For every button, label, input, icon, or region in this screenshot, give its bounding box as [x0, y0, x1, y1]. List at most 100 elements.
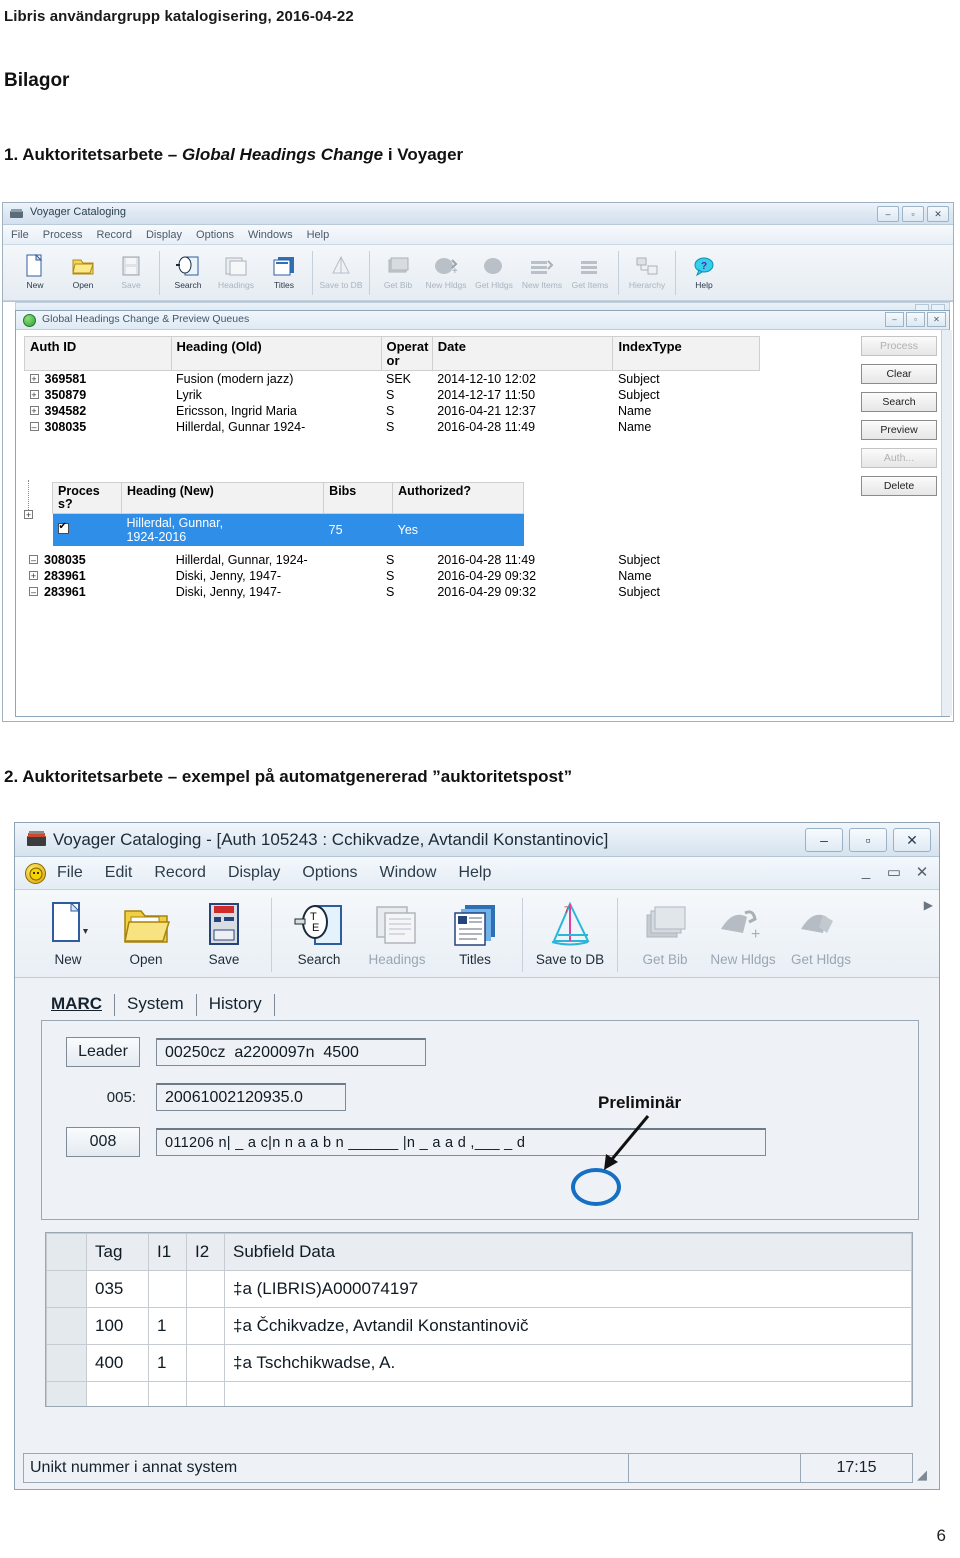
row-expander-icon[interactable]: + [29, 374, 39, 384]
toolbar-new[interactable]: New [29, 898, 107, 967]
cell-i2[interactable] [186, 1344, 225, 1382]
table-row-empty[interactable] [46, 1381, 912, 1406]
cell-subfield-data[interactable]: ‡a (LIBRIS)A000074197 [224, 1270, 912, 1308]
menu-edit[interactable]: Edit [105, 864, 133, 882]
column-i1[interactable]: I1 [148, 1233, 187, 1271]
table-row[interactable]: –308035 Hillerdal, Gunnar 1924- S 2016-0… [25, 419, 760, 435]
table-row[interactable]: +283961 Diski, Jenny, 1947- S 2016-04-29… [24, 568, 760, 584]
column-subfield-data[interactable]: Subfield Data [224, 1233, 912, 1271]
cell-i2-empty[interactable] [186, 1381, 225, 1406]
column-bibs[interactable]: Bibs [323, 481, 394, 515]
menu-process[interactable]: Process [43, 229, 83, 241]
maximize-button[interactable]: ▫ [902, 206, 924, 222]
table-row[interactable]: 035 ‡a (LIBRIS)A000074197 [46, 1270, 912, 1308]
menu-windows[interactable]: Windows [248, 229, 293, 241]
field-005-input[interactable]: 20061002120935.0 [156, 1083, 346, 1111]
cell-subfield-data[interactable]: ‡a Tschchikwadse, A. [224, 1344, 912, 1382]
row-selector[interactable] [46, 1381, 87, 1406]
toolbar-save-to-db[interactable]: 7 Save to DB [531, 898, 609, 967]
ghc-maximize-button[interactable]: ▫ [906, 312, 925, 327]
cell-i1[interactable]: 1 [148, 1307, 187, 1345]
column-i2[interactable]: I2 [186, 1233, 225, 1271]
row-selector[interactable] [46, 1344, 87, 1382]
column-heading-old[interactable]: Heading (Old) [170, 335, 382, 372]
auth-window-controls[interactable]: – ▫ ✕ [805, 828, 931, 852]
column-auth-id[interactable]: Auth ID [24, 335, 172, 372]
cell-auth-id[interactable]: +283961 [24, 568, 171, 584]
minimize-button[interactable]: – [877, 206, 899, 222]
menu-help[interactable]: Help [458, 864, 491, 882]
clear-button[interactable]: Clear [861, 364, 937, 384]
cell-process-checkbox[interactable] [52, 513, 122, 547]
process-checkbox[interactable] [57, 521, 69, 535]
cell-auth-id[interactable]: –308035 [24, 552, 171, 568]
menu-options[interactable]: Options [302, 864, 357, 882]
leader-input[interactable]: 00250cz a2200097n 4500 [156, 1038, 426, 1066]
mdi-child-controls[interactable]: _ ▭ ✕ [857, 863, 931, 881]
menu-record[interactable]: Record [96, 229, 131, 241]
record-tabs[interactable]: MARC System History [25, 986, 929, 1016]
field-008-input[interactable]: 011206 n| _ a c|n n a a b n ______ |n _ … [156, 1128, 766, 1156]
column-authorized[interactable]: Authorized? [392, 481, 524, 515]
table-row[interactable]: 100 1 ‡a Čchikvadze, Avtandil Konstantin… [46, 1307, 912, 1345]
cell-subfield-data[interactable]: ‡a Čchikvadze, Avtandil Konstantinovič [224, 1307, 912, 1345]
close-button[interactable]: ✕ [927, 206, 949, 222]
toolbar-titles[interactable]: Titles [436, 898, 514, 967]
cell-tag[interactable]: 400 [86, 1344, 149, 1382]
menu-options[interactable]: Options [196, 229, 234, 241]
table-row[interactable]: +394582 Ericsson, Ingrid Maria S 2016-04… [25, 403, 760, 419]
toolbar-titles[interactable]: Titles [260, 249, 308, 290]
ghc-close-button[interactable]: ✕ [927, 312, 946, 327]
toolbar-save[interactable]: Save [185, 898, 263, 967]
menu-help[interactable]: Help [307, 229, 330, 241]
menu-file[interactable]: File [11, 229, 29, 241]
table-row[interactable]: +369581 Fusion (modern jazz) SEK 2014-12… [25, 371, 760, 388]
minimize-button[interactable]: – [805, 828, 843, 852]
row-collapse-icon[interactable]: – [29, 422, 39, 432]
window-controls[interactable]: – ▫ ✕ [877, 206, 949, 222]
cell-auth-id[interactable]: –308035 [25, 419, 172, 435]
row-collapse-icon[interactable]: – [29, 555, 38, 565]
cell-i1[interactable]: 1 [148, 1344, 187, 1382]
menu-window[interactable]: Window [380, 864, 437, 882]
ghc-queue-table-continued[interactable]: –308035 Hillerdal, Gunnar, 1924- S 2016-… [24, 552, 760, 600]
ghc-window-controls[interactable]: – ▫ ✕ [885, 312, 946, 327]
cell-tag-empty[interactable] [86, 1381, 149, 1406]
vertical-scrollbar[interactable] [941, 330, 952, 716]
menu-record[interactable]: Record [154, 864, 206, 882]
field-005-row[interactable]: 005: 20061002120935.0 [66, 1083, 918, 1111]
cell-i1[interactable] [148, 1270, 187, 1308]
column-operator[interactable]: Operat or [380, 335, 433, 372]
cell-i2[interactable] [186, 1270, 225, 1308]
column-process[interactable]: Proces s? [52, 481, 122, 515]
field-008-button[interactable]: 008 [66, 1127, 140, 1157]
row-expander-icon[interactable]: + [29, 406, 39, 416]
ghc-side-buttons[interactable]: Process Clear Search Preview Auth... Del… [861, 336, 939, 504]
toolbar-search[interactable]: Search [164, 249, 212, 290]
column-heading-new[interactable]: Heading (New) [120, 481, 325, 515]
column-date[interactable]: Date [431, 335, 614, 372]
menu-display[interactable]: Display [228, 864, 280, 882]
table-row[interactable]: 400 1 ‡a Tschchikwadse, A. [46, 1344, 912, 1382]
auth-toolbar[interactable]: New Open Save TE Search Headings Titles … [15, 890, 939, 978]
row-selector[interactable] [46, 1307, 87, 1345]
maximize-button[interactable]: ▫ [849, 828, 887, 852]
cell-i2[interactable] [186, 1307, 225, 1345]
column-index-type[interactable]: IndexType [612, 335, 760, 372]
row-expander-icon[interactable]: + [29, 571, 38, 581]
cell-i1-empty[interactable] [148, 1381, 187, 1406]
toolbar-search[interactable]: TE Search [280, 898, 358, 967]
tab-system[interactable]: System [115, 994, 197, 1016]
auth-menubar[interactable]: File Edit Record Display Options Window … [15, 857, 939, 890]
ghc-minimize-button[interactable]: – [885, 312, 904, 327]
subrow-expander-icon[interactable]: + [24, 510, 33, 520]
preview-button[interactable]: Preview [861, 420, 937, 440]
ghc-queue-table[interactable]: Auth ID Heading (Old) Operat or Date Ind… [24, 335, 760, 435]
toolbar-new[interactable]: New [11, 249, 59, 290]
row-selector[interactable] [46, 1270, 87, 1308]
tab-marc[interactable]: MARC [39, 994, 115, 1016]
leader-row[interactable]: Leader 00250cz a2200097n 4500 [66, 1037, 918, 1067]
menu-display[interactable]: Display [146, 229, 182, 241]
cell-auth-id[interactable]: +350879 [25, 387, 172, 403]
toolbar-open[interactable]: Open [107, 898, 185, 967]
